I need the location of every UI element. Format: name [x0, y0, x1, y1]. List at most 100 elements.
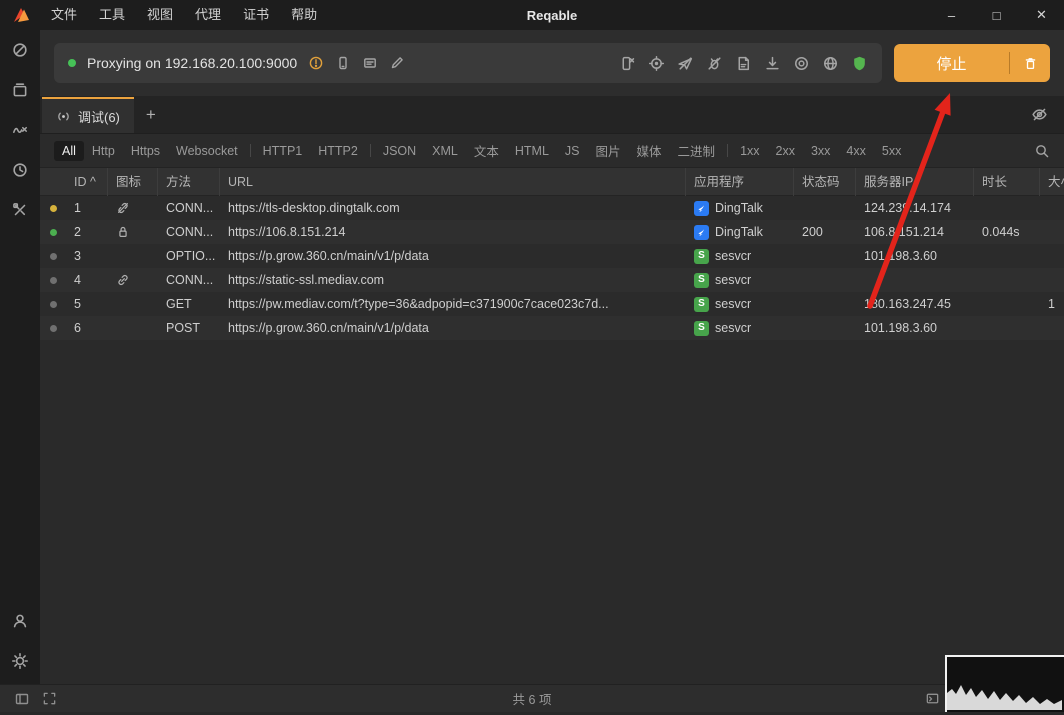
settings-icon[interactable] — [8, 649, 32, 673]
composer-icon[interactable] — [8, 118, 32, 142]
filter-3xx[interactable]: 3xx — [803, 141, 838, 161]
menu-item-4[interactable]: 证书 — [232, 0, 280, 30]
column-header-5[interactable]: 状态码 — [794, 168, 856, 196]
menu-item-0[interactable]: 文件 — [40, 0, 88, 30]
filter-item-13[interactable]: 二进制 — [670, 138, 724, 163]
cell-server-ip: 101.198.3.60 — [856, 249, 974, 263]
stop-button[interactable]: 停止 — [894, 44, 1050, 82]
filter-js[interactable]: JS — [557, 141, 588, 161]
cell-server-ip: 106.8.151.214 — [856, 225, 974, 239]
toolbox-icon[interactable] — [8, 198, 32, 222]
table-row[interactable]: 4 CONN... https://static-ssl.mediav.com … — [40, 268, 1064, 292]
record-icon[interactable] — [793, 55, 810, 72]
filter-1xx[interactable]: 1xx — [732, 141, 767, 161]
filter-http2[interactable]: HTTP2 — [310, 141, 366, 161]
edit-icon[interactable] — [389, 55, 405, 71]
column-header-6[interactable]: 服务器IP — [856, 168, 974, 196]
device-disconnect-icon[interactable] — [619, 55, 636, 72]
console-icon[interactable] — [925, 691, 940, 706]
fullscreen-icon[interactable] — [42, 691, 57, 706]
cell-app: S sesvcr — [686, 321, 794, 336]
filter-all[interactable]: All — [54, 141, 84, 161]
cell-url: https://tls-desktop.dingtalk.com — [220, 201, 686, 215]
filter-https[interactable]: Https — [123, 141, 168, 161]
message-icon[interactable] — [362, 55, 378, 71]
table-header: ID ^图标方法URL应用程序状态码服务器IP时长大小 — [40, 168, 1064, 196]
column-header-8[interactable]: 大小 — [1040, 168, 1064, 196]
menu-item-3[interactable]: 代理 — [184, 0, 232, 30]
phone-icon[interactable] — [335, 55, 351, 71]
collection-icon[interactable] — [8, 78, 32, 102]
menu-item-5[interactable]: 帮助 — [280, 0, 328, 30]
column-header-2[interactable]: 方法 — [158, 168, 220, 196]
history-icon[interactable] — [8, 158, 32, 182]
filter-http1[interactable]: HTTP1 — [255, 141, 311, 161]
app-name: sesvcr — [715, 273, 751, 287]
table-row[interactable]: 5 GET https://pw.mediav.com/t?type=36&ad… — [40, 292, 1064, 316]
filter-websocket[interactable]: Websocket — [168, 141, 246, 161]
filter-5xx[interactable]: 5xx — [874, 141, 909, 161]
cell-url: https://pw.mediav.com/t?type=36&adpopid=… — [220, 297, 686, 311]
table-row[interactable]: 1 CONN... https://tls-desktop.dingtalk.c… — [40, 196, 1064, 220]
api-debug-icon[interactable] — [8, 38, 32, 62]
cell-icon — [108, 201, 158, 215]
filter-json[interactable]: JSON — [375, 141, 424, 161]
app-logo-icon — [12, 6, 32, 24]
maximize-button[interactable]: □ — [974, 0, 1019, 30]
filter-item-12[interactable]: 媒体 — [629, 138, 670, 163]
stop-button-label: 停止 — [894, 53, 1009, 74]
menu-item-1[interactable]: 工具 — [88, 0, 136, 30]
new-tab-button[interactable]: + — [134, 105, 168, 125]
app-icon-letter: S — [698, 275, 705, 285]
globe-icon[interactable] — [822, 55, 839, 72]
column-header-4[interactable]: 应用程序 — [686, 168, 794, 196]
eye-off-icon[interactable] — [1031, 106, 1048, 123]
toolbar-action-icons — [619, 55, 868, 72]
cell-id: 2 — [66, 225, 108, 239]
warning-icon[interactable] — [308, 55, 324, 71]
filter-item-11[interactable]: 图片 — [588, 138, 629, 163]
app-name: sesvcr — [715, 249, 751, 263]
filter-html[interactable]: HTML — [507, 141, 557, 161]
account-icon[interactable] — [8, 609, 32, 633]
table-empty-area[interactable] — [40, 340, 1064, 684]
filter-xml[interactable]: XML — [424, 141, 466, 161]
status-dot — [50, 277, 57, 284]
filter-item-8[interactable]: 文本 — [466, 138, 507, 163]
filter-http[interactable]: Http — [84, 141, 123, 161]
cell-id: 5 — [66, 297, 108, 311]
cell-app: S sesvcr — [686, 297, 794, 312]
column-header-3[interactable]: URL — [220, 168, 686, 196]
table-row[interactable]: 6 POST https://p.grow.360.cn/main/v1/p/d… — [40, 316, 1064, 340]
search-icon[interactable] — [1034, 143, 1050, 159]
proxy-status-text: Proxying on 192.168.20.100:9000 — [87, 55, 297, 71]
cell-method: CONN... — [158, 225, 220, 239]
column-header-7[interactable]: 时长 — [974, 168, 1040, 196]
panel-icon[interactable] — [14, 691, 30, 707]
app-icon: S — [694, 273, 709, 288]
scope-icon[interactable] — [648, 55, 665, 72]
column-header-0[interactable]: ID ^ — [66, 168, 108, 196]
app-icon — [694, 201, 709, 216]
filter-2xx[interactable]: 2xx — [768, 141, 803, 161]
table-row[interactable]: 2 CONN... https://106.8.151.214 DingTalk… — [40, 220, 1064, 244]
app-icon — [694, 225, 709, 240]
cell-status-dot — [40, 301, 66, 308]
close-button[interactable]: ✕ — [1019, 0, 1064, 30]
proxy-status-pill[interactable]: Proxying on 192.168.20.100:9000 — [54, 43, 882, 83]
download-icon[interactable] — [764, 55, 781, 72]
left-sidebar — [0, 30, 40, 684]
table-row[interactable]: 3 OPTIO... https://p.grow.360.cn/main/v1… — [40, 244, 1064, 268]
shield-icon[interactable] — [851, 55, 868, 72]
column-header-1[interactable]: 图标 — [108, 168, 158, 196]
app-icon-letter: S — [698, 323, 705, 333]
menu-item-2[interactable]: 视图 — [136, 0, 184, 30]
trash-icon[interactable] — [1010, 56, 1050, 71]
airplane-off-icon[interactable] — [677, 55, 694, 72]
minimize-button[interactable]: – — [929, 0, 974, 30]
script-icon[interactable] — [735, 55, 752, 72]
filter-4xx[interactable]: 4xx — [838, 141, 873, 161]
bug-off-icon[interactable] — [706, 55, 723, 72]
cell-url: https://106.8.151.214 — [220, 225, 686, 239]
tab-debug[interactable]: 调试(6) — [42, 97, 134, 133]
